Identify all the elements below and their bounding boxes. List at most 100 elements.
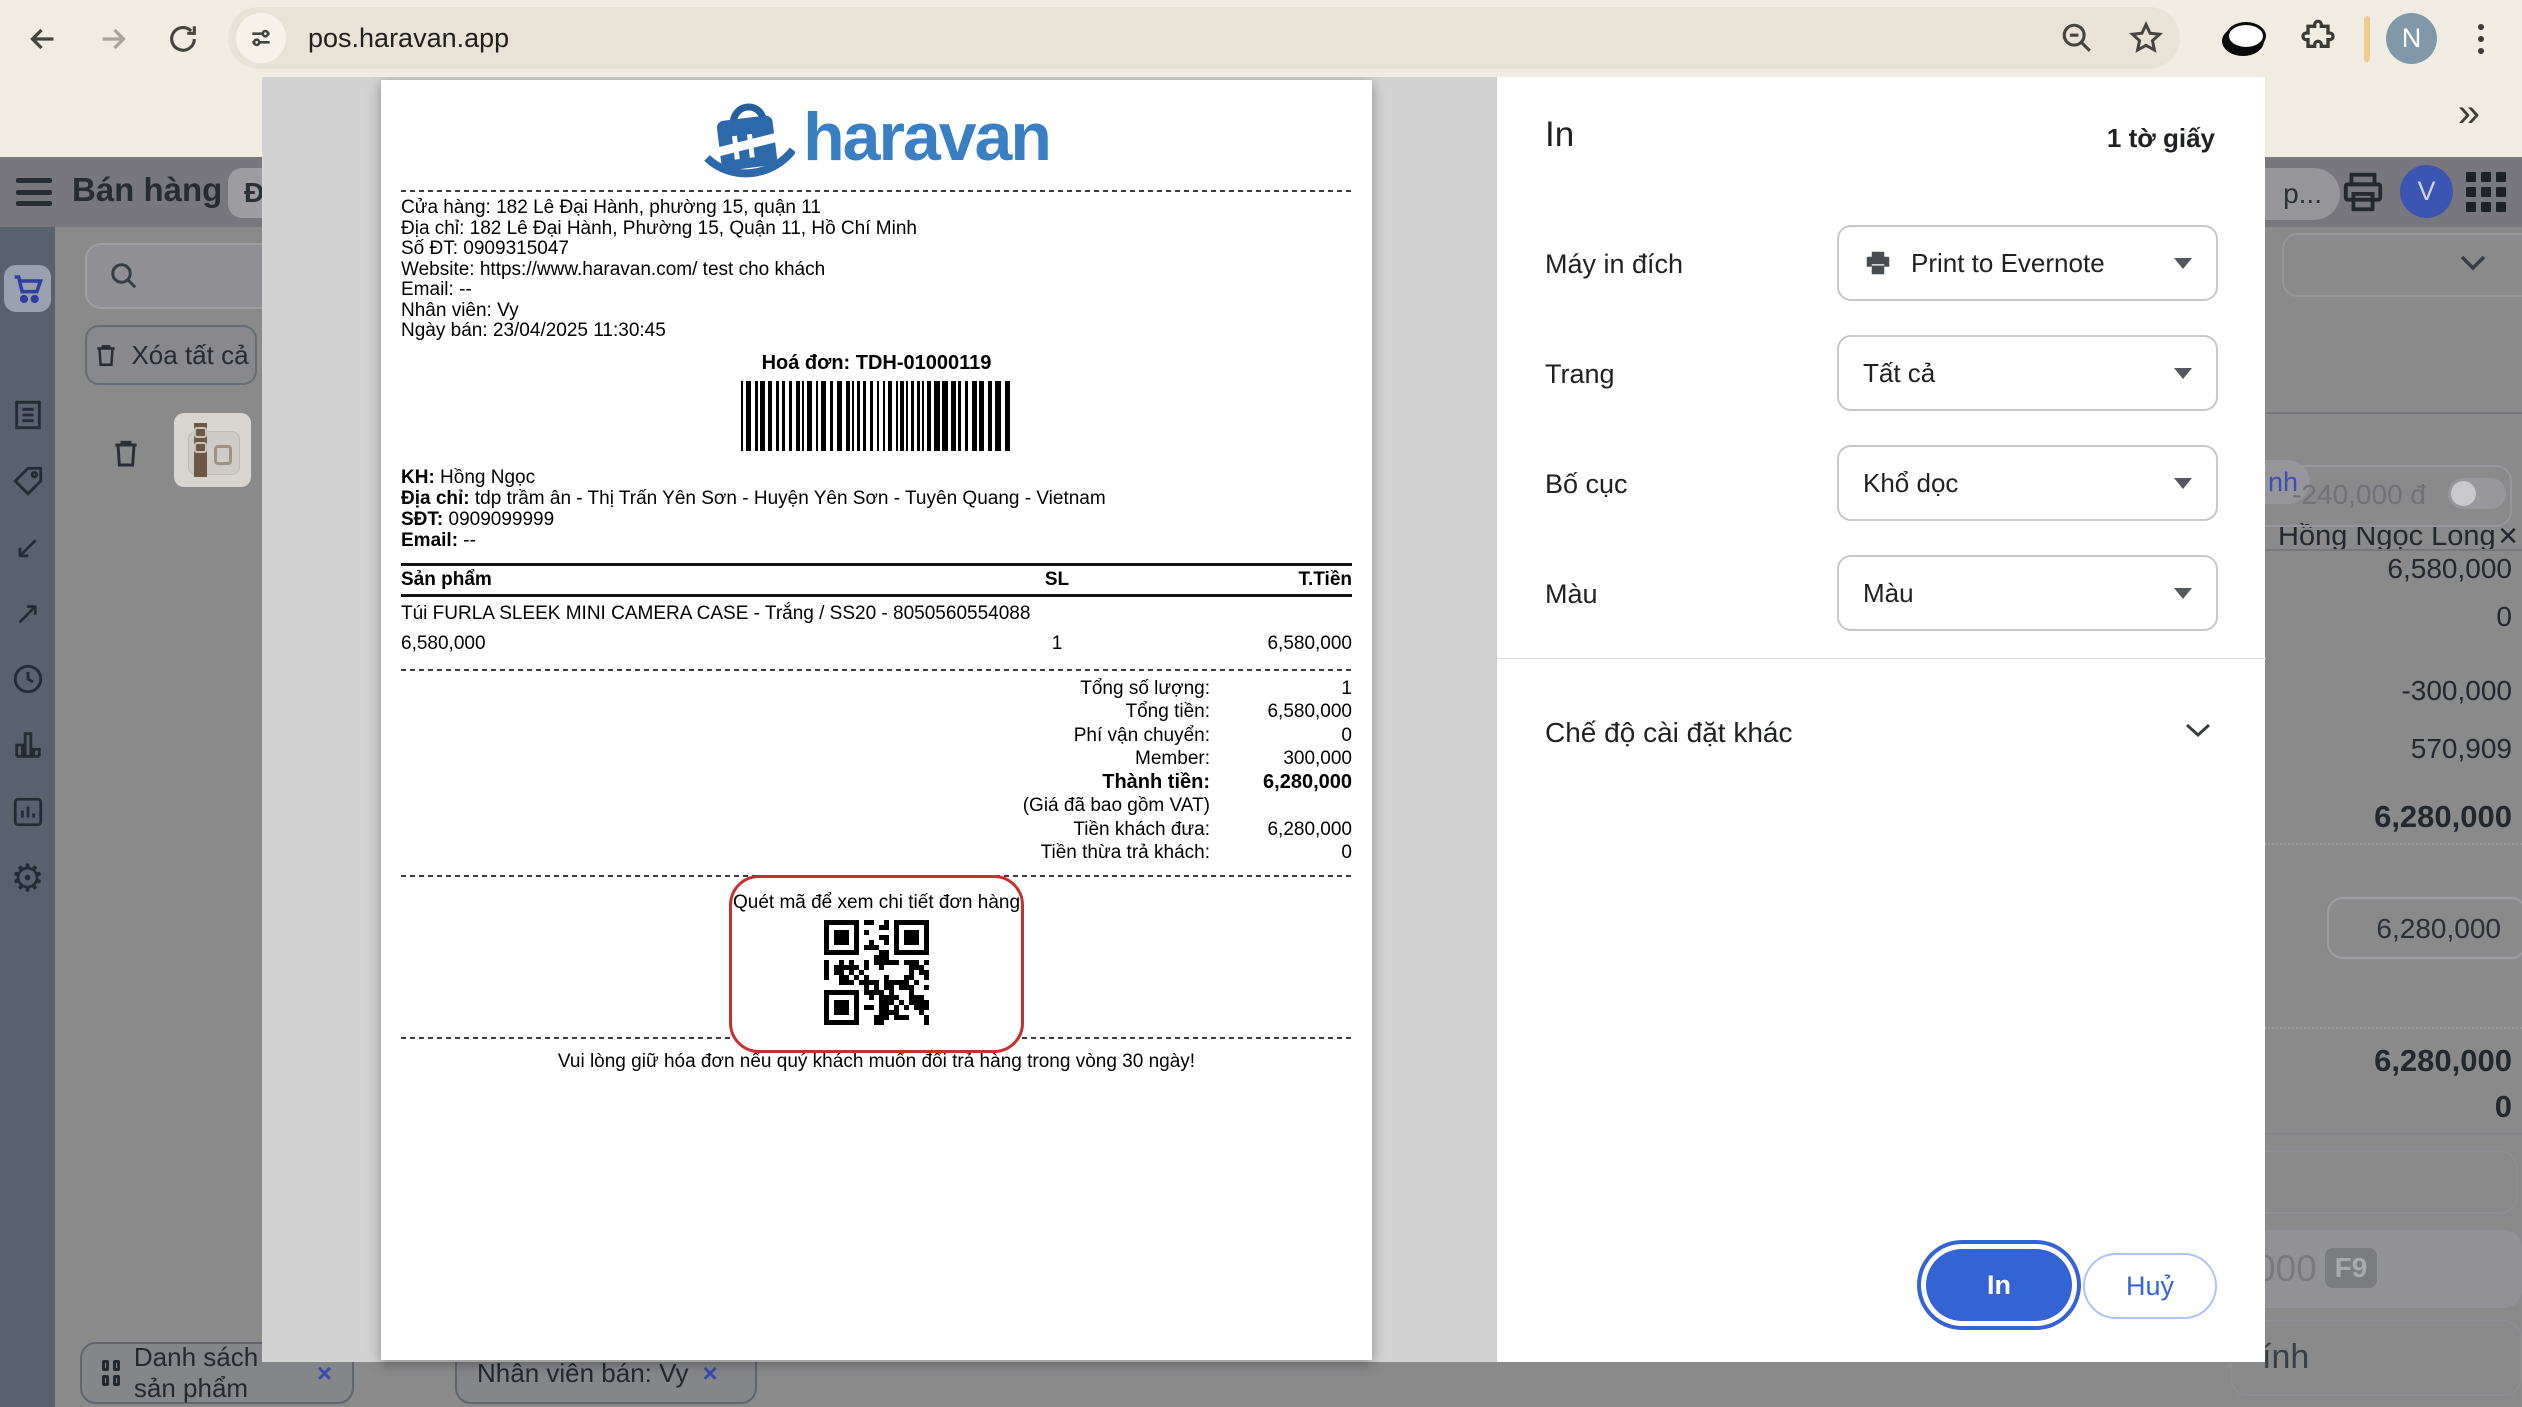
browser-toolbar: pos.haravan.app N [0, 0, 2522, 77]
divider [2265, 549, 2522, 551]
arrow-down-left-icon: ↙ [14, 528, 41, 566]
extensions-puzzle-icon[interactable] [2298, 18, 2338, 58]
qr-section: Quét mã để xem chi tiết đơn hàng [729, 875, 1024, 1053]
receipt-footer: Vui lòng giữ hóa đơn nếu quý khách muốn … [401, 1051, 1352, 1073]
sidebar-item-history[interactable] [0, 651, 55, 707]
sidebar-item-sell[interactable] [4, 265, 51, 312]
divider [2265, 1133, 2522, 1135]
receipt-table: Sản phẩm SL T.Tiền Túi FURLA SLEEK MINI … [401, 563, 1352, 655]
url-bar[interactable]: pos.haravan.app [228, 7, 2180, 69]
caret-down-icon [2174, 368, 2192, 379]
store-line: Cửa hàng: 182 Lê Đại Hành, phường 15, qu… [401, 198, 1352, 219]
amount-total: 6,580,000 [2387, 553, 2512, 585]
receipt-page: H haravan Cửa hàng: 182 Lê Đại Hành, phư… [381, 80, 1372, 1360]
sidebar-item-reports[interactable] [0, 717, 55, 773]
search-icon [109, 261, 139, 291]
sidebar-item-analytics[interactable] [0, 784, 55, 840]
dashed-divider [401, 669, 1352, 671]
pages-select[interactable]: Tất cả [1837, 335, 2218, 411]
profile-avatar[interactable]: N [2386, 13, 2437, 64]
chevron-down-icon[interactable] [2458, 253, 2488, 273]
pages-value: Tất cả [1863, 358, 1935, 389]
url-text[interactable]: pos.haravan.app [308, 23, 509, 54]
hamburger-menu-icon[interactable] [16, 178, 52, 206]
print-button[interactable]: In [1926, 1249, 2072, 1321]
printer-icon[interactable] [2340, 169, 2386, 215]
store-line: Ngày bán: 23/04/2025 11:30:45 [401, 321, 1352, 342]
back-button[interactable] [22, 18, 64, 60]
bar-chart-icon [11, 728, 45, 762]
color-label: Màu [1545, 579, 1598, 610]
haravan-bag-icon: H [703, 92, 795, 182]
page-title: Bán hàng [72, 171, 222, 209]
product-row: 6,580,000 1 6,580,000 [401, 633, 1352, 655]
menu-kebab-icon[interactable] [2478, 24, 2484, 54]
cart-icon [12, 273, 44, 305]
divider [1497, 658, 2266, 659]
store-info: Cửa hàng: 182 Lê Đại Hành, phường 15, qu… [401, 198, 1352, 342]
forward-icon [95, 21, 131, 57]
layout-label: Bố cục [1545, 469, 1628, 500]
tag-icon [11, 464, 45, 498]
zoom-out-icon[interactable] [2060, 21, 2094, 55]
chevron-down-icon[interactable] [2183, 721, 2213, 741]
destination-value: Print to Evernote [1911, 248, 2105, 279]
close-icon[interactable]: × [703, 1358, 718, 1389]
close-icon[interactable]: × [317, 1358, 332, 1389]
dotted-divider [2265, 1027, 2522, 1029]
bookmarks-overflow-icon[interactable]: » [2458, 91, 2480, 136]
reload-button[interactable] [162, 18, 204, 60]
amount-paid: 6,280,000 [2374, 1043, 2512, 1079]
line-item-trash-icon[interactable] [110, 435, 142, 471]
barcode [741, 381, 1013, 451]
discount-value: -240,000 đ [2292, 479, 2426, 511]
extension-favicon[interactable] [2222, 20, 2264, 58]
forward-button[interactable] [92, 18, 134, 60]
clock-icon [11, 662, 45, 696]
amount-grand-total: 6,280,000 [2374, 799, 2512, 835]
avatar[interactable]: V [2400, 165, 2453, 218]
color-select[interactable]: Màu [1837, 555, 2218, 631]
note-input[interactable] [2230, 1150, 2518, 1214]
caret-down-icon [2174, 478, 2192, 489]
clear-all-label: Xóa tất cả [131, 340, 248, 371]
store-line: Email: -- [401, 280, 1352, 301]
sidebar-item-shipping[interactable]: ↗ [0, 585, 55, 641]
sheet-count: 1 tờ giấy [2107, 123, 2215, 154]
apps-grid-icon[interactable] [2466, 172, 2506, 212]
layout-select[interactable]: Khổ dọc [1837, 445, 2218, 521]
site-info-icon[interactable] [236, 13, 286, 63]
f9-shortcut-badge: F9 [2325, 1248, 2377, 1288]
gear-icon: ⚙ [10, 860, 44, 898]
pages-label: Trang [1545, 359, 1615, 390]
discount-toggle[interactable] [2448, 478, 2506, 509]
store-line: Website: https://www.haravan.com/ test c… [401, 260, 1352, 281]
sidebar-item-promotions[interactable] [0, 453, 55, 509]
logo-text: haravan [803, 98, 1050, 176]
clear-all-button[interactable]: Xóa tất cả [85, 325, 257, 385]
qr-caption: Quét mã để xem chi tiết đơn hàng [732, 892, 1021, 914]
back-icon [25, 21, 61, 57]
cancel-button[interactable]: Huỷ [2083, 1253, 2217, 1319]
sidebar-item-settings[interactable]: ⚙ [0, 851, 55, 907]
store-line: Địa chỉ: 182 Lê Đại Hành, Phường 15, Quậ… [401, 219, 1352, 240]
more-settings[interactable]: Chế độ cài đặt khác [1545, 717, 1793, 749]
customer-paid-input[interactable]: 6,280,000 [2327, 897, 2522, 959]
sidebar-item-returns[interactable]: ↙ [0, 519, 55, 575]
caret-down-icon [2174, 258, 2192, 269]
destination-select[interactable]: Print to Evernote [1837, 225, 2218, 301]
bookmark-star-icon[interactable] [2128, 20, 2164, 56]
dialog-title: In [1545, 115, 1574, 155]
screen: Bán hàng Đ p... V [0, 0, 2522, 1407]
divider [2265, 412, 2522, 414]
boxed-chart-icon [11, 795, 45, 829]
receipt-logo: H haravan [401, 90, 1352, 184]
color-value: Màu [1863, 578, 1914, 609]
bottom-button-partial[interactable]: ính [2230, 1320, 2522, 1396]
layout-value: Khổ dọc [1863, 468, 1958, 499]
dashed-divider [401, 190, 1352, 192]
dotted-divider [2265, 843, 2522, 845]
grid-icon [102, 1360, 120, 1386]
reload-icon [166, 22, 200, 56]
sidebar-item-orders[interactable] [0, 387, 55, 443]
